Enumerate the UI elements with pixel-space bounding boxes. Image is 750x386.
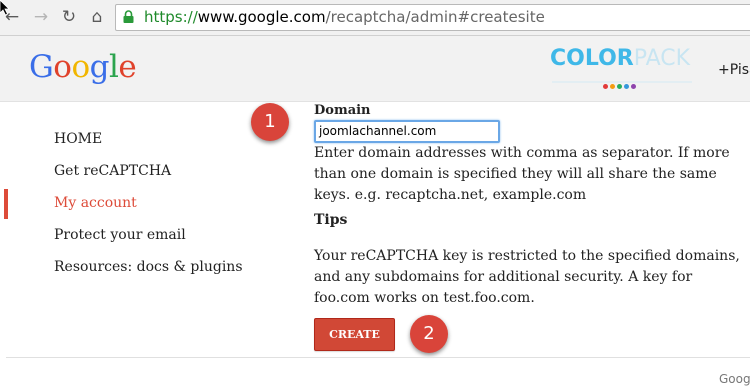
url-text: https://www.google.com/recaptcha/admin#c…: [144, 8, 545, 26]
url-path: /recaptcha/admin#createsite: [325, 8, 545, 26]
nav-item-label: My account: [54, 195, 137, 211]
nav-item-protect-email[interactable]: Protect your email: [0, 221, 260, 253]
user-link[interactable]: +Pisa: [718, 62, 750, 78]
step-marker-1: 1: [251, 103, 289, 141]
colorpack-wordmark: COLORPACK: [550, 46, 690, 71]
address-bar[interactable]: https://www.google.com/recaptcha/admin#c…: [115, 4, 750, 31]
logo-letter: o: [53, 49, 72, 85]
colorpack-dot: [631, 84, 636, 89]
logo-letter: o: [71, 49, 90, 85]
colorpack-logo: COLORPACK: [550, 46, 700, 90]
tips-text: Your reCAPTCHA key is restricted to the …: [314, 248, 740, 306]
colorpack-dot: [617, 84, 622, 89]
tips-heading: Tips: [314, 212, 348, 228]
logo-letter: l: [108, 49, 119, 85]
logo-letter: G: [29, 49, 54, 85]
domain-input[interactable]: joomlachannel.com: [314, 120, 500, 143]
step-marker-2: 2: [410, 315, 448, 353]
mouse-cursor-icon: [0, 0, 10, 16]
nav-item-get-recaptcha[interactable]: Get reCAPTCHA: [0, 157, 260, 189]
nav-item-my-account[interactable]: My account: [0, 189, 260, 221]
site-header: Google COLORPACK +Pisa: [0, 36, 750, 102]
reload-icon[interactable]: ↻: [59, 7, 79, 27]
domain-label: Domain: [314, 103, 371, 118]
colorpack-dot: [610, 84, 615, 89]
home-icon[interactable]: ⌂: [87, 7, 107, 27]
url-host: www.google.com: [197, 8, 326, 26]
domain-help-text: Enter domain addresses with comma as sep…: [314, 145, 730, 203]
nav-item-home[interactable]: HOME: [0, 125, 260, 157]
logo-letter: e: [118, 49, 137, 85]
colorpack-dot: [624, 84, 629, 89]
colorpack-dots: [603, 74, 638, 93]
url-scheme: https://: [144, 8, 198, 26]
colorpack-light: PACK: [633, 46, 691, 71]
lock-icon: [123, 10, 134, 23]
footer-text: Goog: [719, 372, 750, 386]
colorpack-dot: [603, 84, 608, 89]
forward-icon[interactable]: →: [31, 7, 51, 27]
nav-item-resources[interactable]: Resources: docs & plugins: [0, 253, 260, 285]
footer-divider: [6, 357, 750, 358]
sidebar-nav: HOME Get reCAPTCHA My account Protect yo…: [0, 125, 260, 285]
logo-letter: g: [89, 49, 110, 85]
google-logo[interactable]: Google: [29, 49, 137, 85]
create-button[interactable]: CREATE: [314, 318, 395, 351]
colorpack-bold: COLOR: [550, 46, 634, 71]
browser-toolbar: ← → ↻ ⌂ https://www.google.com/recaptcha…: [0, 0, 750, 36]
active-indicator: [4, 189, 8, 219]
